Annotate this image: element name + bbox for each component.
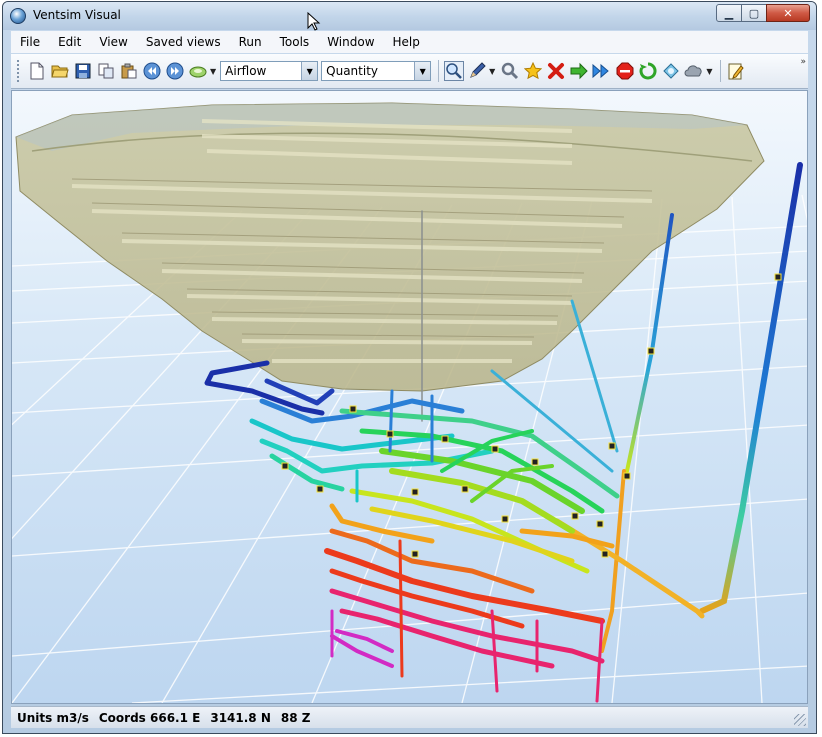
quantity-dropdown[interactable]: Quantity ▼ [321,61,432,81]
menu-saved-views[interactable]: Saved views [137,35,230,49]
cloud-icon[interactable] [683,60,705,82]
app-logo-icon [10,8,26,24]
toolbar-separator [438,60,440,82]
window-controls: ▁ ▢ ✕ [716,4,810,22]
menu-help[interactable]: Help [384,35,429,49]
recycle-icon[interactable] [637,60,659,82]
pencil-dropdown-caret[interactable]: ▼ [489,67,495,76]
quantity-dropdown-value: Quantity [326,64,379,78]
menu-tools[interactable]: Tools [271,35,319,49]
menu-run[interactable]: Run [230,35,271,49]
close-button[interactable]: ✕ [766,4,810,22]
chevron-down-icon[interactable]: ▼ [414,62,431,80]
paste-icon[interactable] [118,60,140,82]
cloud-dropdown-caret[interactable]: ▼ [706,67,712,76]
green-arrow-icon[interactable] [568,60,590,82]
zoom-icon[interactable] [443,60,465,82]
save-icon[interactable] [72,60,94,82]
toolbar: ▼ Airflow ▼ Quantity ▼ ▼ ▼ » [11,54,808,89]
menu-view[interactable]: View [90,35,136,49]
menu-file[interactable]: File [11,35,49,49]
menu-edit[interactable]: Edit [49,35,90,49]
toolbar-overflow-icon[interactable]: » [800,57,806,67]
status-coords: Coords 666.1 E [99,711,200,725]
window-title: Ventsim Visual [33,8,121,22]
rotate-icon[interactable] [660,60,682,82]
3d-model-viewport[interactable] [11,90,808,704]
menu-bar: File Edit View Saved views Run Tools Win… [11,31,808,53]
units-label: Units [17,710,53,725]
status-bar: Units m3/s Coords 666.1 E 3141.8 N 88 Z [11,706,808,728]
status-units: Units m3/s [17,711,89,725]
paint-icon[interactable] [187,60,209,82]
rewind-icon[interactable] [141,60,163,82]
maximize-button[interactable]: ▢ [741,4,767,22]
app-window: Ventsim Visual ▁ ▢ ✕ File Edit View Save… [2,1,817,734]
resize-grip-icon[interactable] [794,714,806,726]
mouse-cursor-icon [307,12,321,31]
minimize-button[interactable]: ▁ [716,4,742,22]
airflow-dropdown-value: Airflow [225,64,267,78]
toolbar-grip[interactable] [17,60,22,82]
coords-z-value: 88 Z [280,710,311,725]
units-value: m3/s [56,710,89,725]
blue-double-arrow-icon[interactable] [591,60,613,82]
open-folder-icon[interactable] [49,60,71,82]
copy-icon[interactable] [95,60,117,82]
title-bar[interactable]: Ventsim Visual ▁ ▢ ✕ [3,2,816,30]
coords-e-value: 666.1 E [150,710,201,725]
menu-window[interactable]: Window [318,35,383,49]
toolbar-separator [720,60,722,82]
wrench-icon[interactable] [499,60,521,82]
star-icon[interactable] [522,60,544,82]
notepad-icon[interactable] [725,60,747,82]
coords-n-value: 3141.8 N [210,710,271,725]
paint-dropdown-caret[interactable]: ▼ [210,67,216,76]
fast-forward-icon[interactable] [164,60,186,82]
stop-sign-icon[interactable] [614,60,636,82]
coords-label: Coords [98,710,146,725]
airflow-dropdown[interactable]: Airflow ▼ [220,61,319,81]
delete-x-icon[interactable] [545,60,567,82]
new-file-icon[interactable] [26,60,48,82]
chevron-down-icon[interactable]: ▼ [301,62,318,80]
pencil-icon[interactable] [466,60,488,82]
